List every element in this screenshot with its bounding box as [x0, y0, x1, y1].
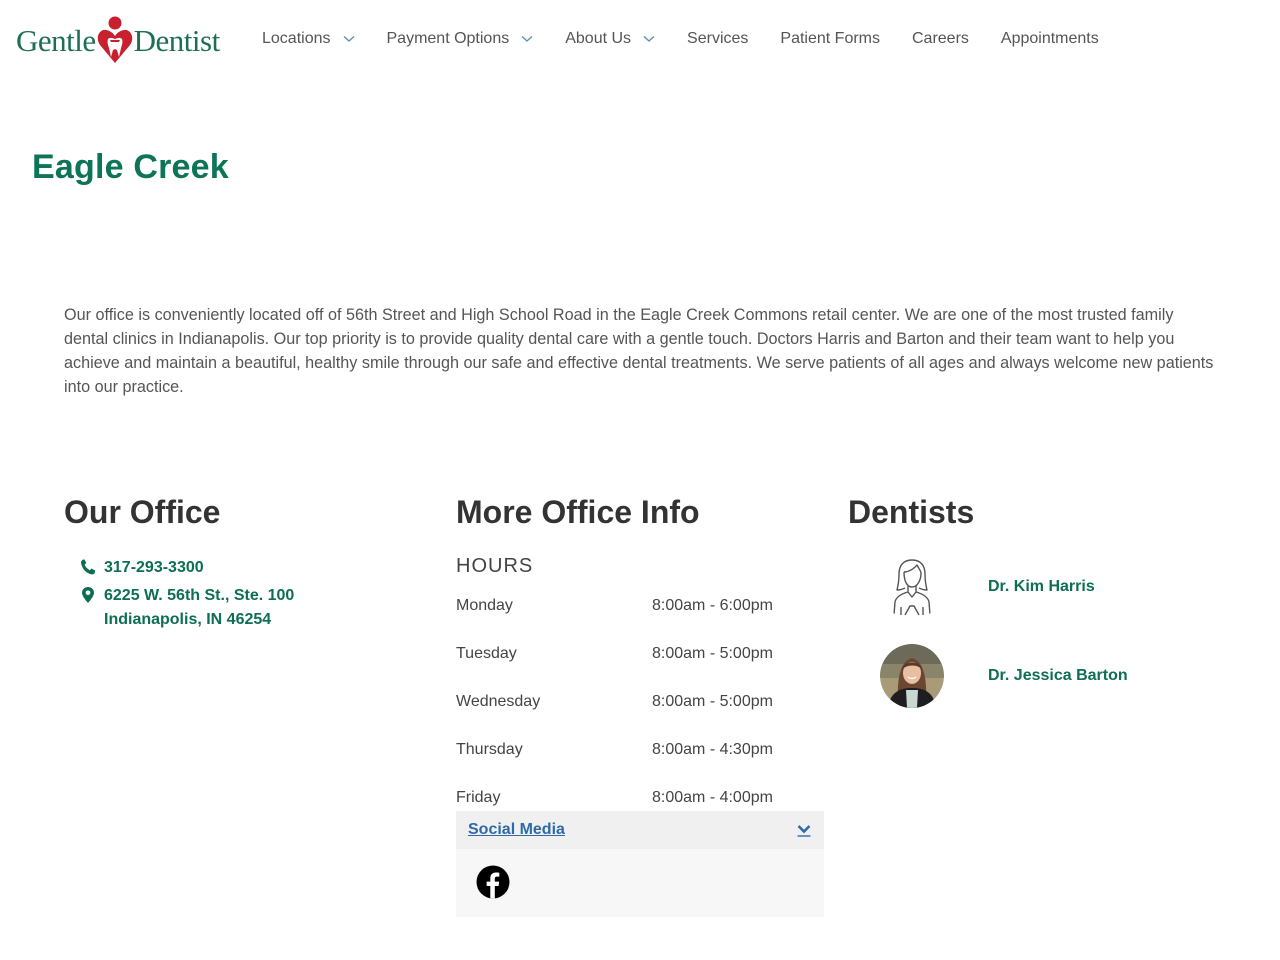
nav-item-about-us[interactable]: About Us [565, 28, 655, 50]
dentist-item: Dr. Jessica Barton [848, 644, 1128, 708]
main-nav: Locations Payment Options About Us Servi… [262, 28, 1131, 50]
social-media-links [456, 849, 824, 915]
site-header: Gentle Dentist Locations Payment Options… [0, 0, 1280, 80]
dentist-avatar-link[interactable] [880, 644, 944, 708]
facebook-icon [476, 865, 510, 899]
hours-label: HOURS [456, 555, 534, 577]
nav-label: Careers [912, 30, 969, 47]
chevron-down-icon [521, 36, 533, 42]
hours-time: 8:00am - 6:00pm [652, 597, 773, 614]
hours-day: Wednesday [456, 693, 541, 710]
nav-item-locations[interactable]: Locations [262, 28, 355, 50]
map-pin-icon [82, 587, 94, 603]
logo-text-left: Gentle [16, 22, 96, 58]
address-line-1: 6225 W. 56th St., Ste. 100 [104, 587, 295, 604]
nav-label: Services [687, 30, 749, 47]
dentists-heading: Dentists [848, 494, 975, 530]
phone-row: 317-293-3300 [80, 556, 294, 580]
nav-label: Payment Options [386, 30, 510, 47]
hours-row: Tuesday 8:00am - 5:00pm [456, 642, 824, 690]
intro-paragraph: Our office is conveniently located off o… [64, 306, 1214, 396]
hours-time: 8:00am - 5:00pm [652, 645, 773, 662]
nav-label: Appointments [1000, 30, 1099, 47]
nav-item-careers[interactable]: Careers [912, 28, 969, 50]
female-avatar-placeholder-icon [893, 559, 931, 616]
hours-time: 8:00am - 5:00pm [652, 693, 773, 710]
nav-label: Locations [262, 30, 331, 47]
page-title: Eagle Creek [32, 148, 229, 186]
nav-item-patient-forms[interactable]: Patient Forms [780, 28, 880, 50]
hours-row: Wednesday 8:00am - 5:00pm [456, 690, 824, 738]
logo-text-right: Dentist [133, 22, 221, 58]
logo-heart-icon [97, 16, 132, 63]
more-office-info-heading: More Office Info [456, 494, 700, 530]
facebook-link[interactable] [476, 865, 510, 899]
hours-row: Monday 8:00am - 6:00pm [456, 594, 824, 642]
dentist-name-link[interactable]: Dr. Kim Harris [988, 578, 1095, 596]
address-link[interactable]: 6225 W. 56th St., Ste. 100 Indianapolis,… [104, 584, 294, 632]
chevron-down-icon [643, 36, 655, 42]
hours-day: Friday [456, 789, 501, 806]
social-media-accordion: Social Media [456, 811, 824, 917]
hours-day: Monday [456, 597, 513, 614]
hours-time: 8:00am - 4:30pm [652, 741, 773, 758]
hours-time: 8:00am - 4:00pm [652, 789, 773, 806]
social-media-label: Social Media [468, 821, 565, 838]
phone-link[interactable]: 317-293-3300 [104, 556, 204, 580]
nav-item-payment-options[interactable]: Payment Options [387, 28, 534, 50]
phone-icon [81, 559, 95, 575]
hours-day: Tuesday [456, 645, 517, 662]
social-media-toggle[interactable]: Social Media [456, 811, 824, 849]
nav-label: About Us [565, 30, 632, 47]
dentist-name-link[interactable]: Dr. Jessica Barton [988, 667, 1128, 685]
hours-table: Monday 8:00am - 6:00pm Tuesday 8:00am - … [456, 594, 824, 834]
address-row: 6225 W. 56th St., Ste. 100 Indianapolis,… [80, 584, 294, 632]
hours-day: Thursday [456, 741, 523, 758]
dentist-item: Dr. Kim Harris [848, 555, 1095, 619]
logo-link[interactable]: Gentle Dentist [16, 14, 220, 66]
address-line-2: Indianapolis, IN 46254 [104, 611, 272, 628]
chevron-down-icon [343, 36, 354, 42]
chevron-down-icon [797, 825, 811, 837]
dentist-avatar-link[interactable] [880, 555, 944, 619]
hours-row: Thursday 8:00am - 4:30pm [456, 738, 824, 786]
our-office-heading: Our Office [64, 494, 221, 530]
office-contact-list: 317-293-3300 6225 W. 56th St., Ste. 100 … [80, 556, 294, 636]
nav-item-services[interactable]: Services [687, 28, 748, 50]
dentist-photo [880, 644, 944, 708]
nav-label: Patient Forms [780, 30, 880, 47]
nav-item-appointments[interactable]: Appointments [1001, 28, 1099, 50]
